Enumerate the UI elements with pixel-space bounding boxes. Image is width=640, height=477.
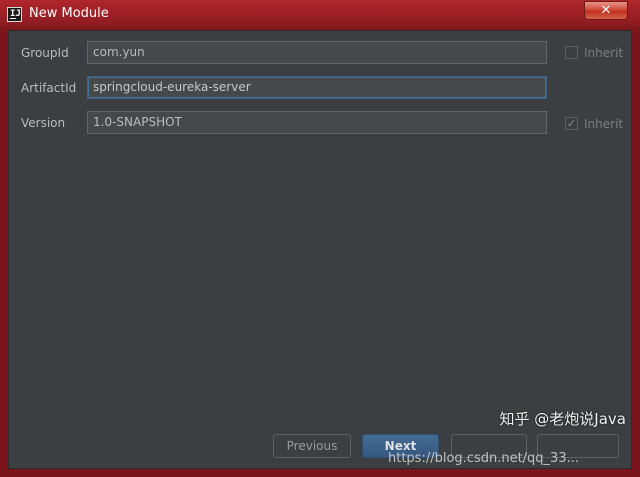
new-module-dialog: IJ New Module ✕ GroupId com.yun Inherit … — [0, 0, 640, 477]
watermark-url: https://blog.csdn.net/qq_33... — [388, 451, 580, 466]
close-icon: ✕ — [600, 3, 612, 18]
artifact-id-field[interactable]: springcloud-eureka-server — [87, 76, 547, 99]
close-button[interactable]: ✕ — [584, 1, 628, 20]
title-bar[interactable]: IJ New Module ✕ — [0, 0, 640, 30]
previous-button[interactable]: Previous — [273, 434, 351, 458]
artifact-id-label: ArtifactId — [21, 81, 77, 95]
version-inherit-checkbox[interactable]: ✓ — [565, 117, 578, 130]
version-field[interactable]: 1.0-SNAPSHOT — [87, 111, 547, 134]
group-id-inherit-checkbox[interactable] — [565, 46, 578, 59]
version-inherit-label: Inherit — [584, 117, 624, 131]
version-label: Version — [21, 116, 66, 130]
group-id-inherit-label: Inherit — [584, 46, 624, 60]
dialog-content: GroupId com.yun Inherit ArtifactId sprin… — [8, 30, 632, 469]
checkmark-icon: ✓ — [566, 117, 577, 130]
group-id-field[interactable]: com.yun — [87, 41, 547, 64]
group-id-label: GroupId — [21, 46, 69, 60]
intellij-app-icon: IJ — [7, 7, 22, 22]
watermark-text: 知乎 @老炮说Java — [499, 410, 626, 428]
window-title: New Module — [29, 6, 109, 21]
